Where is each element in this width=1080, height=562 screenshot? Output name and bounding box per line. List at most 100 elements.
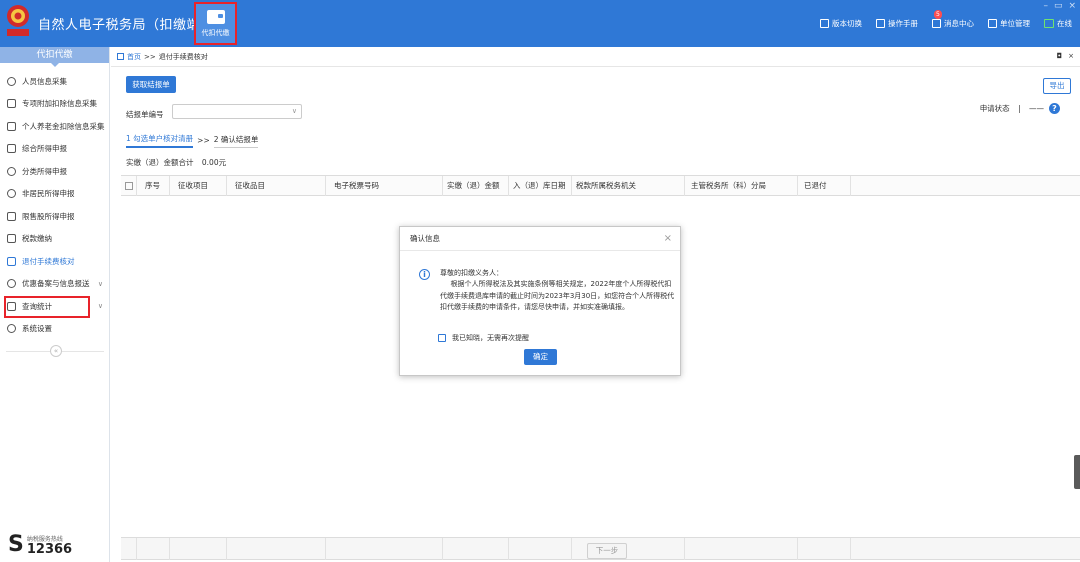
confirm-dialog: 确认信息 × i 尊敬的扣缴义务人： 根据个人所得税法及其实施条例等相关规定，2… — [399, 226, 681, 376]
sidebar-item-tax-payment[interactable]: 税款缴纳 — [0, 228, 109, 251]
title-bar: 自然人电子税务局（扣缴端） 代扣代缴 – ▭ × 版本切换 操作手册 5 消息中… — [0, 0, 1080, 47]
maximize-button[interactable]: ▭ — [1054, 1, 1063, 11]
step-2-tab[interactable]: 2 确认结报单 — [213, 134, 259, 148]
footer-cell — [685, 538, 798, 560]
document-icon — [7, 121, 16, 131]
layers-icon — [7, 144, 16, 154]
sidebar-item-label: 综合所得申报 — [22, 144, 67, 154]
checkbox-box[interactable] — [438, 334, 446, 342]
online-status[interactable]: 在线 — [1044, 18, 1072, 29]
export-button[interactable]: 导出 — [1043, 78, 1071, 94]
status-value: —— — [1029, 104, 1044, 113]
module-withholding-button[interactable]: 代扣代缴 — [194, 2, 237, 45]
highlight-box — [4, 296, 90, 318]
next-step-button[interactable]: 下一步 — [587, 543, 627, 559]
version-switch-button[interactable]: 版本切换 — [820, 18, 862, 29]
sidebar-item-label: 退付手续费核对 — [22, 256, 75, 266]
close-tab-icon[interactable]: × — [1068, 52, 1074, 60]
hotline: S 纳税服务热线 12366 — [8, 532, 72, 557]
help-icon[interactable]: ? — [1049, 103, 1060, 114]
ok-button[interactable]: 确定 — [524, 349, 557, 365]
column-header: 征收品目 — [227, 176, 326, 196]
breadcrumb: 首页 >> 退付手续费核对 ◘ × — [111, 47, 1080, 67]
column-header: 税款所属税务机关 — [572, 176, 685, 196]
close-window-button[interactable]: × — [1068, 1, 1076, 11]
sidebar-item-special-deduction[interactable]: 专项附加扣除信息采集 — [0, 93, 109, 116]
manual-label: 操作手册 — [888, 19, 918, 28]
sidebar-item-pension-deduction[interactable]: 个人养老金扣除信息采集 — [0, 115, 109, 138]
total-label: 实缴（退）金额合计 — [126, 158, 194, 167]
sidebar-item-label: 税款缴纳 — [22, 234, 52, 244]
switch-icon — [820, 19, 829, 28]
footer-cell — [326, 538, 443, 560]
window-controls: – ▭ × — [1043, 1, 1076, 11]
manual-button[interactable]: 操作手册 — [876, 18, 918, 29]
bar-chart-icon — [7, 211, 16, 221]
step-1-tab[interactable]: 1 勾选单户核对清册 — [126, 133, 194, 148]
table-header: 序号 征收项目 征收品目 电子税票号码 实缴（退）金额 入（退）库日期 税款所属… — [121, 176, 1080, 196]
close-icon[interactable]: × — [664, 227, 672, 251]
restore-tab-icon[interactable]: ◘ — [1057, 52, 1063, 60]
info-icon: i — [419, 269, 430, 280]
sidebar-item-nonresident-income[interactable]: 非居民所得申报 — [0, 183, 109, 206]
total-amount: 实缴（退）金额合计 0.00元 — [126, 157, 226, 168]
report-no-select[interactable]: ∨ — [172, 104, 302, 119]
select-all-cell — [121, 176, 137, 196]
step-tabs: 1 勾选单户核对清册 >> 2 确认结报单 — [126, 133, 259, 148]
side-scroll-handle[interactable] — [1074, 455, 1080, 489]
person-icon — [7, 76, 16, 86]
hotline-logo-icon: S — [8, 532, 24, 557]
sidebar: 代扣代缴 人员信息采集 专项附加扣除信息采集 个人养老金扣除信息采集 综合所得申… — [0, 47, 110, 562]
foreign-person-icon — [7, 189, 16, 199]
column-header: 电子税票号码 — [326, 176, 443, 196]
report-no-label: 结报单编号 — [126, 110, 164, 119]
footer-cell — [227, 538, 326, 560]
column-header: 已退付 — [798, 176, 851, 196]
checkbox-label: 我已知晓，无需再次提醒 — [452, 334, 529, 342]
column-header: 序号 — [137, 176, 170, 196]
wallet-icon — [7, 234, 16, 244]
select-all-checkbox[interactable] — [125, 182, 133, 190]
home-icon — [117, 53, 124, 60]
application-status: 申请状态 | —— — [980, 103, 1044, 114]
sidebar-item-preferential-filing[interactable]: 优惠备案与信息报送 ∨ — [0, 273, 109, 296]
app-title: 自然人电子税务局（扣缴端） — [38, 18, 214, 33]
dialog-title: 确认信息 — [410, 234, 440, 243]
breadcrumb-separator: >> — [144, 52, 156, 61]
breadcrumb-home[interactable]: 首页 — [127, 52, 141, 62]
sidebar-item-label: 系统设置 — [22, 324, 52, 334]
sidebar-item-classified-income[interactable]: 分类所得申报 — [0, 160, 109, 183]
sidebar-item-comprehensive-income[interactable]: 综合所得申报 — [0, 138, 109, 161]
sidebar-item-label: 个人养老金扣除信息采集 — [22, 121, 105, 131]
version-switch-label: 版本切换 — [832, 19, 862, 28]
sidebar-item-restricted-shares[interactable]: 限售股所得申报 — [0, 205, 109, 228]
footer-cell — [509, 538, 572, 560]
refund-icon — [7, 256, 16, 266]
column-header: 入（退）库日期 — [509, 176, 572, 196]
footer-cell — [137, 538, 170, 560]
report-icon — [7, 279, 16, 289]
status-label: 申请状态 — [979, 104, 1010, 113]
fetch-report-button[interactable]: 获取结报单 — [126, 76, 176, 93]
chevron-down-icon: ∨ — [97, 279, 103, 288]
breadcrumb-current: 退付手续费核对 — [158, 52, 208, 61]
footer-cell — [798, 538, 851, 560]
footer-cell — [443, 538, 509, 560]
dont-remind-checkbox[interactable]: 我已知晓，无需再次提醒 — [438, 333, 529, 343]
chevron-down-icon: ∨ — [97, 302, 103, 310]
column-header: 实缴（退）金额 — [443, 176, 509, 196]
unit-management-button[interactable]: 单位管理 — [988, 18, 1030, 29]
unit-management-label: 单位管理 — [1000, 19, 1030, 28]
list-icon — [7, 99, 16, 109]
message-icon — [932, 19, 941, 28]
sidebar-item-system-settings[interactable]: 系统设置 — [0, 318, 109, 341]
minimize-button[interactable]: – — [1043, 1, 1048, 11]
online-label: 在线 — [1057, 19, 1072, 28]
sidebar-item-person-info[interactable]: 人员信息采集 — [0, 70, 109, 93]
sidebar-item-refund-fee-check[interactable]: 退付手续费核对 — [0, 250, 109, 273]
collapse-sidebar-button[interactable]: « — [50, 345, 62, 357]
tab-controls: ◘ × — [1057, 52, 1074, 60]
message-center-button[interactable]: 5 消息中心 — [932, 10, 974, 29]
sidebar-item-label: 专项附加扣除信息采集 — [22, 99, 97, 109]
step-separator: >> — [197, 136, 210, 145]
